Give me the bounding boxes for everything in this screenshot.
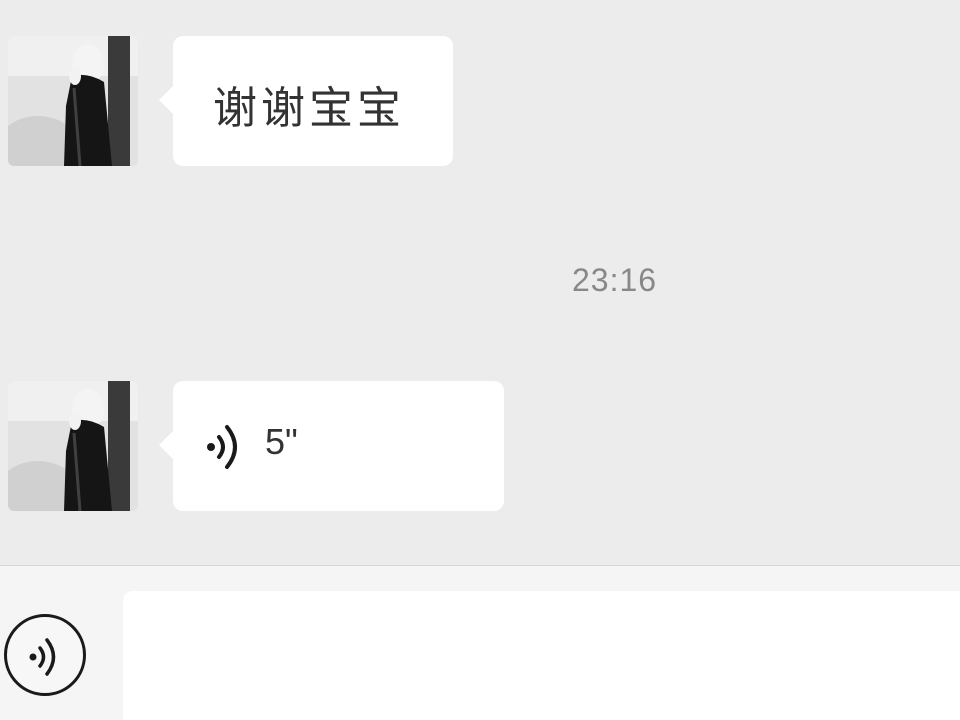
avatar[interactable]	[8, 36, 138, 166]
voice-wave-icon	[203, 421, 243, 473]
avatar[interactable]	[8, 381, 138, 511]
voice-mode-icon	[29, 638, 56, 676]
message-timestamp: 23:16	[572, 262, 658, 298]
voice-duration: 5"	[265, 421, 298, 462]
message-list[interactable]: 谢谢宝宝 23:16 5"	[0, 0, 960, 565]
message-text: 谢谢宝宝	[213, 83, 405, 134]
avatar-photo	[8, 381, 138, 511]
message-input[interactable]	[123, 591, 960, 720]
input-bar	[0, 565, 960, 720]
avatar-photo	[8, 36, 138, 166]
voice-mode-button[interactable]	[4, 614, 86, 696]
message-bubble-text[interactable]: 谢谢宝宝	[159, 36, 453, 166]
chat-screen: 谢谢宝宝 23:16 5"	[0, 0, 960, 720]
message-bubble-voice[interactable]: 5"	[159, 381, 504, 511]
